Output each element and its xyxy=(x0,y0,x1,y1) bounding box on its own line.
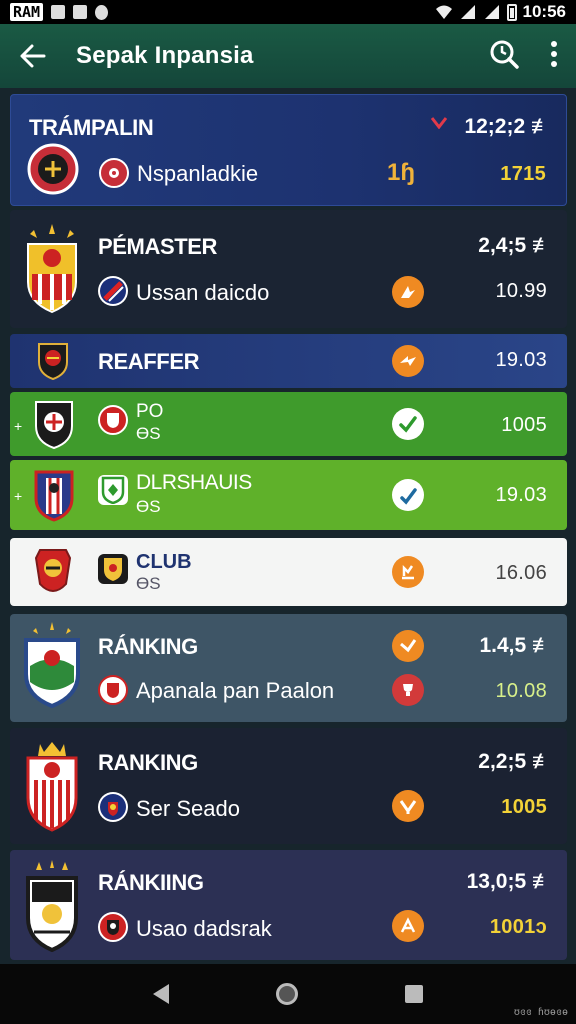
star-badge-icon xyxy=(392,790,424,822)
gallery-icon xyxy=(73,5,88,19)
nav-back-icon[interactable] xyxy=(153,984,170,1004)
overflow-menu-icon[interactable] xyxy=(550,40,558,72)
team-logo xyxy=(99,158,129,188)
expand-marker-icon: + xyxy=(14,488,23,504)
star-badge-icon xyxy=(392,276,424,308)
list-item[interactable]: + PO ƟS 1005 xyxy=(10,392,567,456)
club-crest xyxy=(24,224,80,314)
notification-icon xyxy=(51,5,66,19)
list-item[interactable]: REAFFER 19.03 xyxy=(10,334,567,388)
row-value: 2,2;5 ≢ xyxy=(478,750,553,773)
row-score: 1005 xyxy=(501,796,547,818)
trophy-badge-icon xyxy=(392,674,424,706)
row-title: CLUB xyxy=(136,551,192,573)
club-crest xyxy=(32,544,74,600)
status-bar: RAM 10:56 xyxy=(0,0,576,24)
row-mid-value: 1ɧ xyxy=(387,159,416,186)
list-item[interactable]: RÁNKING 1.4,5 ≢ Apanala pan Paalon 10.08 xyxy=(10,614,567,722)
club-crest xyxy=(32,468,76,522)
row-score: 19.03 xyxy=(495,484,547,506)
star-badge-icon xyxy=(392,556,424,588)
star-badge-icon xyxy=(392,345,424,377)
row-subtitle: ƟS xyxy=(136,424,161,443)
club-crest xyxy=(36,340,70,380)
row-score: 1005 xyxy=(501,414,547,436)
search-icon[interactable] xyxy=(488,38,520,75)
list-item[interactable]: + DLRSHAUIS ƟS 19.03 xyxy=(10,460,567,530)
club-crest xyxy=(22,622,82,708)
team-logo xyxy=(98,475,128,505)
row-title: PO xyxy=(136,401,164,422)
row-title: TRÁMPALIN xyxy=(29,115,154,140)
team-logo xyxy=(98,405,128,435)
row-score: 1715 xyxy=(500,163,546,185)
carrier-label: RAM xyxy=(10,3,44,21)
row-score: 1001ɔ xyxy=(489,916,547,938)
row-title: DLRSHAUIS xyxy=(136,471,252,494)
row-title: PÉMASTER xyxy=(98,234,218,259)
star-badge-icon xyxy=(392,910,424,942)
row-value: 13,0;5 ≢ xyxy=(466,870,553,893)
star-badge-icon xyxy=(392,630,424,662)
signal-icon xyxy=(460,5,475,19)
battery-icon xyxy=(506,3,517,21)
back-arrow-icon[interactable] xyxy=(18,41,48,71)
watermark: ʊɞɞ ɦʊɵɞɵ xyxy=(513,1007,568,1018)
wifi-icon xyxy=(435,5,452,19)
row-value: 1.4,5 ≢ xyxy=(479,634,553,657)
row-subtitle: ƟS xyxy=(136,574,161,593)
list-item[interactable]: PÉMASTER 2,4;5 ≢ Ussan daicdo 10.99 xyxy=(10,210,567,328)
check-badge-icon xyxy=(392,479,424,511)
row-score: 19.03 xyxy=(495,349,547,371)
row-score: 10.99 xyxy=(495,280,547,302)
system-nav-bar: ʊɞɞ ɦʊɵɞɵ xyxy=(0,964,576,1024)
row-value: 12;2;2 ≢ xyxy=(464,115,552,138)
team-logo xyxy=(98,276,128,306)
shield-icon xyxy=(95,4,109,20)
team-name: Usao dadsrak xyxy=(136,916,272,941)
row-score: 16.06 xyxy=(495,562,547,584)
row-title: REAFFER xyxy=(98,349,200,374)
team-logo xyxy=(98,554,128,584)
club-crest xyxy=(24,740,80,832)
team-name: Ser Seado xyxy=(136,796,240,821)
team-name: Ussan daicdo xyxy=(136,280,270,305)
check-badge-icon xyxy=(392,408,424,440)
list-item[interactable]: TRÁMPALIN 12;2;2 ≢ Nspanladkie 1ɧ 1715 xyxy=(10,94,567,206)
row-subtitle: ƟS xyxy=(136,497,161,516)
nav-recents-icon[interactable] xyxy=(404,985,423,1003)
row-title: RANKING xyxy=(98,750,198,775)
row-score: 10.08 xyxy=(495,680,547,702)
team-name: Apanala pan Paalon xyxy=(136,678,335,703)
club-crest xyxy=(24,860,80,952)
list-item[interactable]: CLUB ƟS 16.06 xyxy=(10,538,567,606)
team-logo xyxy=(98,675,128,705)
app-bar: Sepak Inpansia xyxy=(0,24,576,88)
ranking-list: TRÁMPALIN 12;2;2 ≢ Nspanladkie 1ɧ 1715 P… xyxy=(0,88,576,964)
club-crest xyxy=(27,143,79,195)
page-title: Sepak Inpansia xyxy=(76,42,254,69)
team-logo xyxy=(98,792,128,822)
row-value: 2,4;5 ≢ xyxy=(478,234,553,257)
status-time: 10:56 xyxy=(522,2,566,21)
list-item[interactable]: RÁNKIING 13,0;5 ≢ Usao dadsrak 1001ɔ xyxy=(10,850,567,960)
expand-marker-icon: + xyxy=(14,418,23,434)
row-title: RÁNKIING xyxy=(98,870,204,895)
list-item[interactable]: RANKING 2,2;5 ≢ Ser Seado 1005 xyxy=(10,728,567,844)
team-name: Nspanladkie xyxy=(137,161,259,186)
nav-home-icon[interactable] xyxy=(275,983,298,1005)
signal-icon-2 xyxy=(484,5,499,19)
team-logo xyxy=(98,912,128,942)
row-title: RÁNKING xyxy=(98,634,198,659)
club-crest xyxy=(32,398,76,450)
